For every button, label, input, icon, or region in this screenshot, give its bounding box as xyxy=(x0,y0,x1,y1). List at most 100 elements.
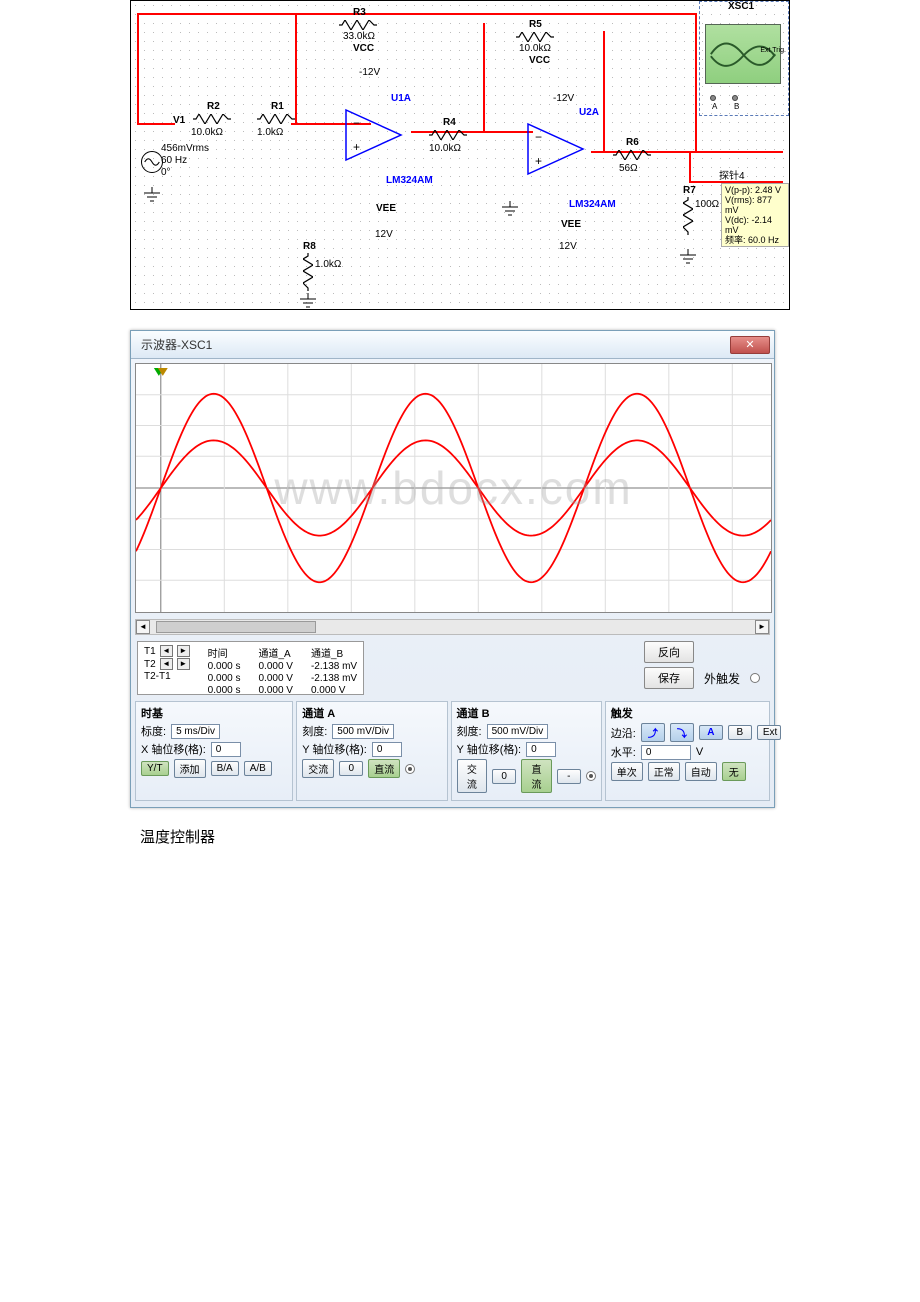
chb-dc-button[interactable]: 直流 xyxy=(521,759,552,793)
trig-auto-button[interactable]: 自动 xyxy=(685,762,717,781)
cha-scale-label: 刻度: xyxy=(302,723,327,739)
t1-left-button[interactable]: ◄ xyxy=(160,645,173,657)
cha-dc-button[interactable]: 直流 xyxy=(368,759,400,778)
ground-icon xyxy=(143,187,161,203)
xsc1-screen-icon xyxy=(705,24,781,84)
v1-phase: 0° xyxy=(161,167,171,178)
resistor-r7 xyxy=(683,197,693,235)
dt-time: 0.000 s xyxy=(208,685,241,696)
chb-enable-radio[interactable] xyxy=(586,771,596,781)
wire xyxy=(137,123,175,125)
vcc2-label: VCC xyxy=(529,55,550,66)
cursor-readout-panel: T1 ◄ ► T2 ◄ ► T2-T1 时间 0.000 s 0.000 s 0… xyxy=(137,641,364,695)
edge-rising-button[interactable]: ⤴ xyxy=(641,723,665,742)
chb-header: 通道_B xyxy=(311,645,357,660)
timebase-xpos-input[interactable]: 0 xyxy=(211,742,241,757)
cha-zero-button[interactable]: 0 xyxy=(339,761,363,776)
r3-value: 33.0kΩ xyxy=(343,31,375,42)
probe-freq: 频率: 60.0 Hz xyxy=(725,235,785,245)
scroll-right-button[interactable]: ► xyxy=(755,620,769,634)
t2-time: 0.000 s xyxy=(208,673,241,684)
u1a-n12: -12V xyxy=(359,67,380,78)
cha-ac-button[interactable]: 交流 xyxy=(302,759,334,778)
svg-text:+: + xyxy=(535,154,542,168)
t2-left-button[interactable]: ◄ xyxy=(160,658,173,670)
yt-button[interactable]: Y/T xyxy=(141,761,169,776)
trigger-panel: 触发 边沿: ⤴ ⤵ A B Ext 水平: 0 V 单次 正常 自动 无 xyxy=(605,701,770,801)
p12a: 12V xyxy=(375,229,393,240)
ext-trig-label: 外触发 xyxy=(704,670,740,687)
time-header: 时间 xyxy=(208,645,241,660)
trig-a-button[interactable]: A xyxy=(699,725,723,740)
ab-button[interactable]: A/B xyxy=(244,761,272,776)
trig-level-input[interactable]: 0 xyxy=(641,745,691,760)
probe-readout: V(p-p): 2.48 V V(rms): 877 mV V(dc): -2.… xyxy=(721,183,789,247)
oscilloscope-titlebar[interactable]: 示波器-XSC1 ✕ xyxy=(131,331,774,359)
probe-vpp: V(p-p): 2.48 V xyxy=(725,185,785,195)
chb-scale-input[interactable]: 500 mV/Div xyxy=(487,724,549,739)
xsc1-label: XSC1 xyxy=(728,1,754,12)
horizontal-scrollbar[interactable]: ◄ ► xyxy=(135,619,770,635)
oscilloscope-screen[interactable]: www.bdocx.com xyxy=(135,363,772,613)
t2-right-button[interactable]: ► xyxy=(177,658,190,670)
trig-normal-button[interactable]: 正常 xyxy=(648,762,680,781)
r6-label: R6 xyxy=(626,137,639,148)
page-caption: 温度控制器 xyxy=(140,826,790,847)
vee2-label: VEE xyxy=(561,219,581,230)
t1-a: 0.000 V xyxy=(258,661,292,672)
save-button[interactable]: 保存 xyxy=(644,667,694,689)
oscilloscope-title: 示波器-XSC1 xyxy=(141,336,212,353)
xsc1-port-a[interactable] xyxy=(710,95,716,101)
circuit-schematic: XSC1 Ext Trig. A B R3 33.0kΩ VCC R5 10.0… xyxy=(130,0,790,310)
timebase-panel: 时基 标度: 5 ms/Div X 轴位移(格): 0 Y/T 添加 B/A A… xyxy=(135,701,293,801)
chb-invert-button[interactable]: - xyxy=(557,769,581,784)
ba-button[interactable]: B/A xyxy=(211,761,239,776)
chb-zero-button[interactable]: 0 xyxy=(492,769,516,784)
ext-trig-radio[interactable] xyxy=(750,673,760,683)
reverse-button[interactable]: 反向 xyxy=(644,641,694,663)
resistor-r1 xyxy=(257,113,295,123)
scroll-left-button[interactable]: ◄ xyxy=(136,620,150,634)
p12b: 12V xyxy=(559,241,577,252)
trig-single-button[interactable]: 单次 xyxy=(611,762,643,781)
t1-right-button[interactable]: ► xyxy=(177,645,190,657)
timebase-title: 时基 xyxy=(141,705,287,721)
instrument-xsc1[interactable]: XSC1 Ext Trig. A B xyxy=(699,1,789,116)
close-button[interactable]: ✕ xyxy=(730,336,770,354)
resistor-r4 xyxy=(429,129,467,139)
scroll-thumb[interactable] xyxy=(156,621,316,633)
xpos-label: X 轴位移(格): xyxy=(141,741,206,757)
trig-b-button[interactable]: B xyxy=(728,725,752,740)
u2a-name: U2A xyxy=(579,107,599,118)
r4-label: R4 xyxy=(443,117,456,128)
r8-value: 1.0kΩ xyxy=(315,259,341,270)
cha-scale-input[interactable]: 500 mV/Div xyxy=(332,724,394,739)
wire xyxy=(695,13,697,153)
trig-none-button[interactable]: 无 xyxy=(722,762,746,781)
u2a-n12: -12V xyxy=(553,93,574,104)
chb-ac-button[interactable]: 交流 xyxy=(457,759,488,793)
r8-label: R8 xyxy=(303,241,316,252)
v1-label: V1 xyxy=(173,115,185,126)
xsc1-port-b[interactable] xyxy=(732,95,738,101)
edge-falling-button[interactable]: ⤵ xyxy=(670,723,694,742)
probe-label: 探针4 xyxy=(719,167,745,182)
probe-vdc: V(dc): -2.14 mV xyxy=(725,215,785,235)
wire xyxy=(689,151,691,181)
ground-icon xyxy=(299,293,317,309)
add-button[interactable]: 添加 xyxy=(174,759,206,778)
source-v1 xyxy=(141,151,163,173)
cha-ypos-input[interactable]: 0 xyxy=(372,742,402,757)
cha-enable-radio[interactable] xyxy=(405,764,415,774)
chb-scale-label: 刻度: xyxy=(457,723,482,739)
t2-b: -2.138 mV xyxy=(311,673,357,684)
u1a-name: U1A xyxy=(391,93,411,104)
ground-icon xyxy=(501,201,519,217)
chb-ypos-input[interactable]: 0 xyxy=(526,742,556,757)
timebase-scale-input[interactable]: 5 ms/Div xyxy=(171,724,220,739)
channel-a-panel: 通道 A 刻度: 500 mV/Div Y 轴位移(格): 0 交流 0 直流 xyxy=(296,701,447,801)
probe-vrms: V(rms): 877 mV xyxy=(725,195,785,215)
r7-label: R7 xyxy=(683,185,696,196)
dt-label: T2-T1 xyxy=(144,671,171,682)
trig-ext-button[interactable]: Ext xyxy=(757,725,781,740)
